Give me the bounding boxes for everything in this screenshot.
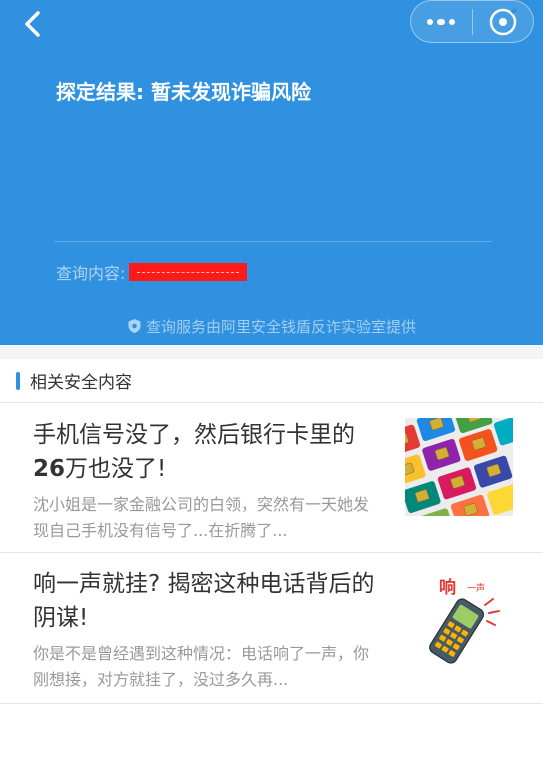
article-title-number: 26 xyxy=(33,456,66,482)
article-summary: 你是不是曾经遇到这种情况：电话响了一声，你刚想接，对方就挂了，没过多久再... xyxy=(33,644,370,689)
article-summary: 沈小姐是一家金融公司的白领，突然有一天她发现自己手机没有信号了...在折腾了..… xyxy=(33,495,370,540)
back-chevron-icon xyxy=(25,11,40,37)
query-content-redacted xyxy=(129,263,248,281)
thumb-caption-small: 一声 xyxy=(467,582,485,593)
sim-cards-image xyxy=(405,418,513,516)
ringing-phone-image: 响 一声 xyxy=(405,569,513,667)
result-header: 探定结果: 暂未发现诈骗风险 查询内容: 查询服务由阿里安全钱盾反诈实验室提供 xyxy=(0,0,543,345)
query-label: 查询内容: xyxy=(56,264,126,283)
provider-text: 查询服务由阿里安全钱盾反诈实验室提供 xyxy=(145,317,416,336)
thumb-caption-main: 响 xyxy=(439,577,456,597)
result-title: 探定结果: 暂未发现诈骗风险 xyxy=(56,80,311,104)
shield-icon xyxy=(127,318,142,334)
section-accent-bar xyxy=(16,371,20,390)
article-item-2[interactable]: 响一声就挂? 揭密这种电话背后的阴谋! 你是不是曾经遇到这种情况：电话响了一声，… xyxy=(0,553,543,704)
article-item-1[interactable]: 手机信号没了，然后银行卡里的 26万也没了! 沈小姐是一家金融公司的白领，突然有… xyxy=(0,404,543,553)
article-title: 手机信号没了，然后银行卡里的 26万也没了! xyxy=(33,422,355,482)
section-gap xyxy=(0,345,543,359)
section-title: 相关安全内容 xyxy=(30,373,132,393)
related-content-header: 相关安全内容 xyxy=(0,359,543,403)
close-target-icon xyxy=(489,7,518,35)
more-button[interactable] xyxy=(411,0,472,43)
mini-program-capsule xyxy=(410,0,534,43)
provider-note: 查询服务由阿里安全钱盾反诈实验室提供 xyxy=(0,315,543,337)
back-button[interactable] xyxy=(14,6,50,42)
article-title: 响一声就挂? 揭密这种电话背后的阴谋! xyxy=(33,571,375,631)
query-row: 查询内容: xyxy=(56,262,248,283)
more-dots-icon xyxy=(427,18,456,25)
divider xyxy=(54,241,492,242)
close-button[interactable] xyxy=(472,0,533,43)
